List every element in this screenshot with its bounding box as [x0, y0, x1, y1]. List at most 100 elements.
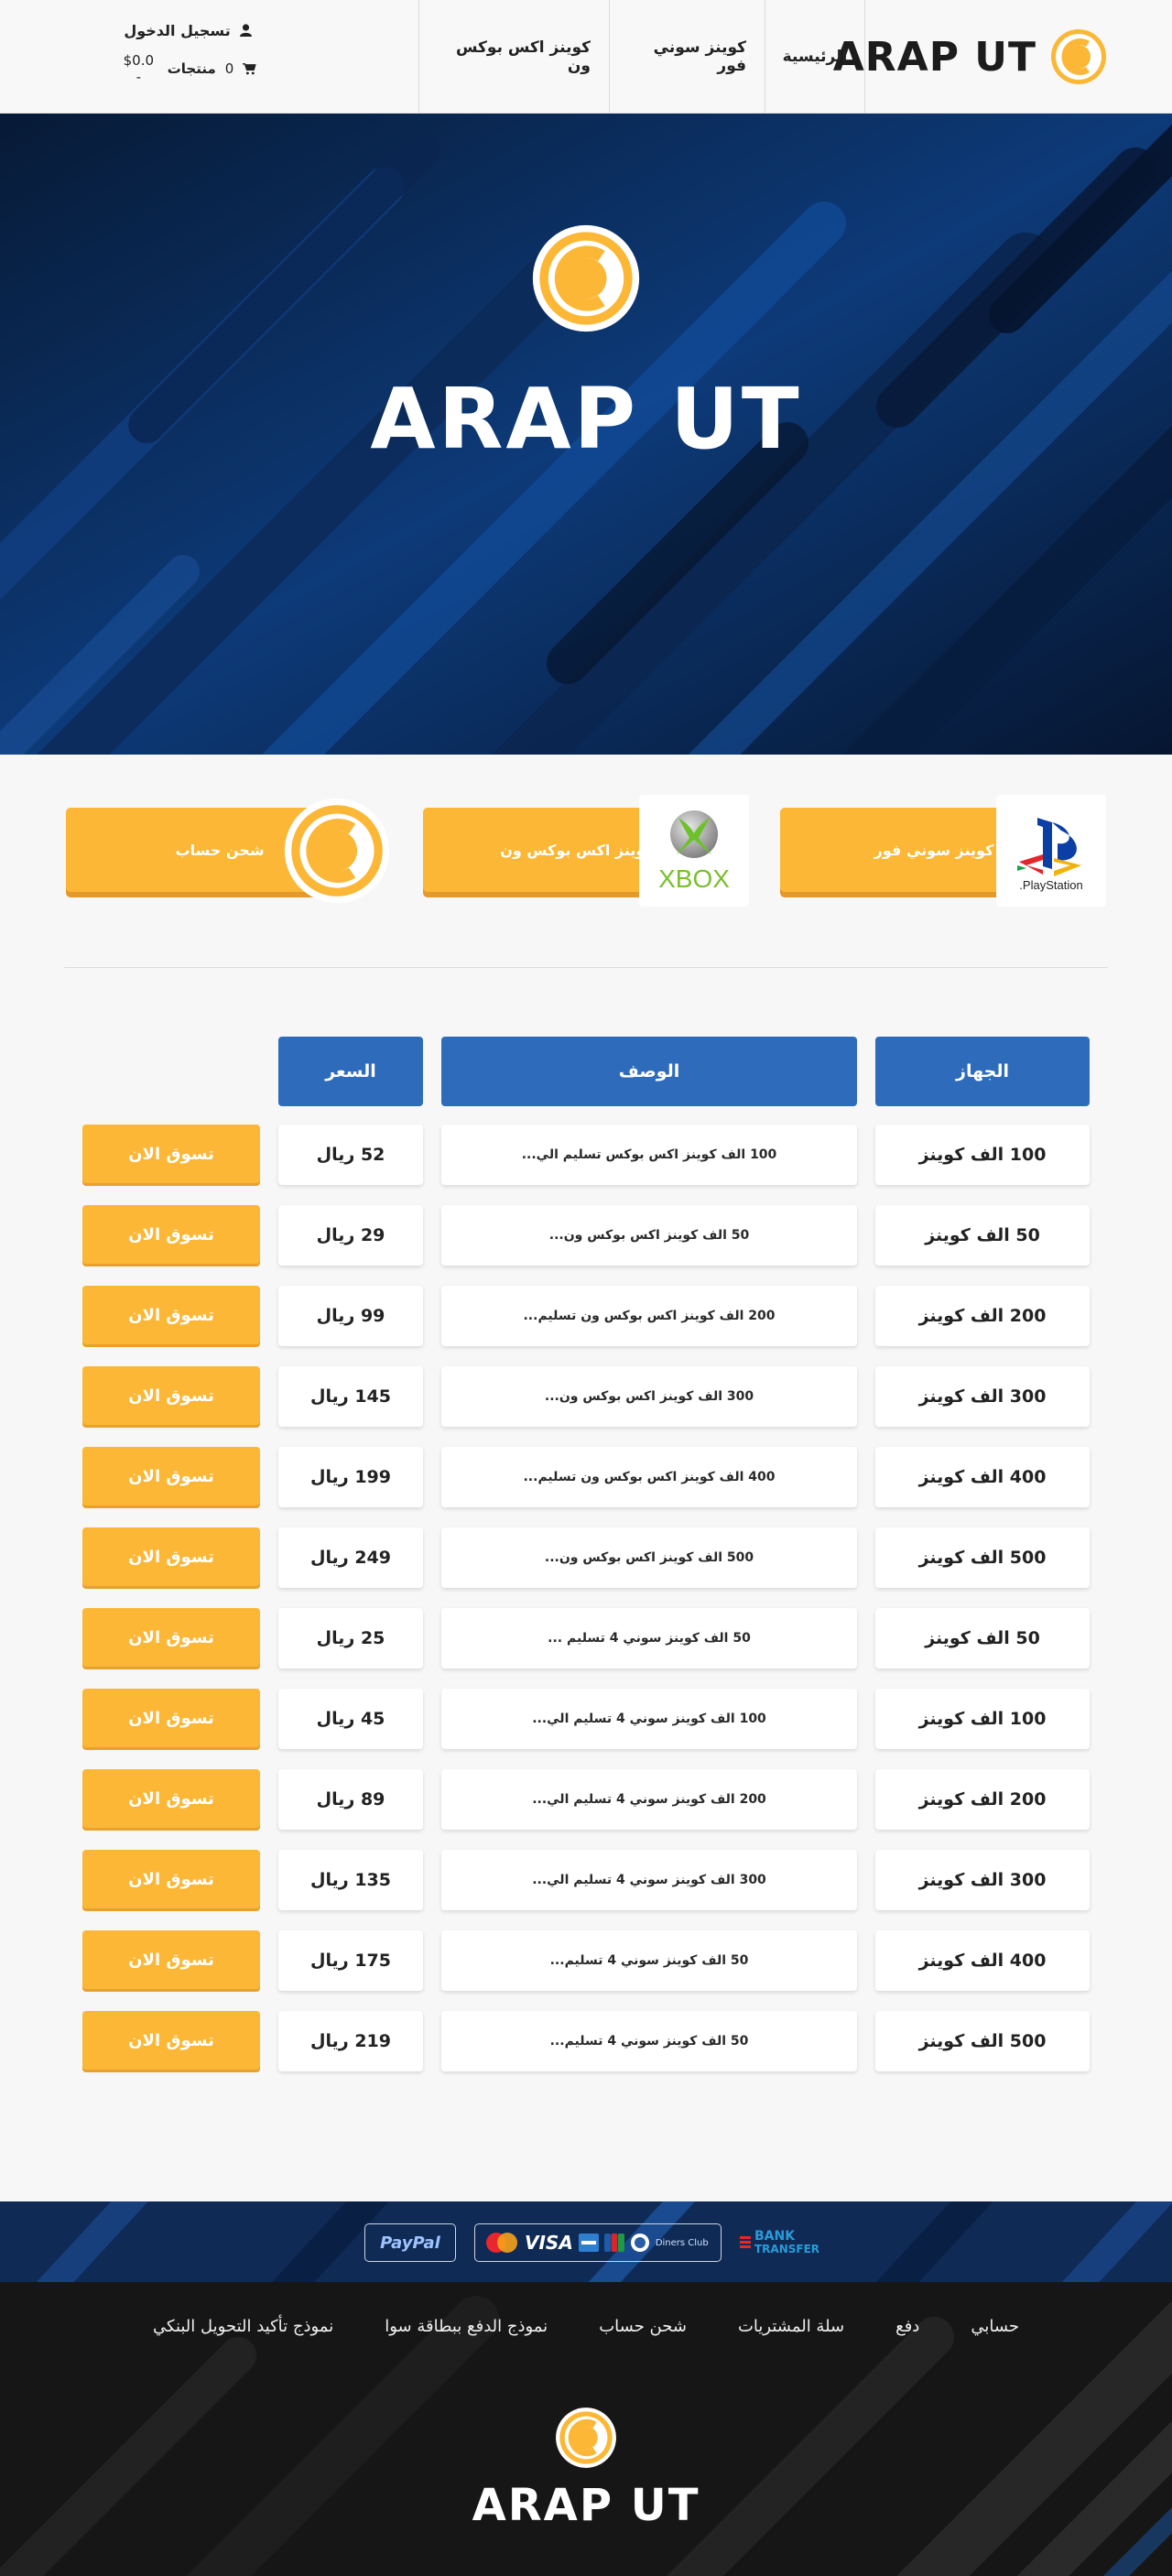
mastercard-icon: [486, 2233, 517, 2253]
cart-count: 0: [224, 60, 234, 77]
hero-title: ARAP UT: [370, 370, 802, 468]
diners-icon: [630, 2234, 649, 2252]
category-card-xbox[interactable]: كوينز اكس بوكس ون XBOX: [423, 795, 749, 908]
category-card-ps4[interactable]: كوينز سوني فور PlayStation.: [780, 795, 1106, 908]
device-cell: 300 الف كوينز: [875, 1850, 1090, 1910]
shop-now-button[interactable]: تسوق الان: [82, 1769, 260, 1828]
price-cell: 199 ريال: [278, 1447, 423, 1507]
shop-now-button[interactable]: تسوق الان: [82, 2011, 260, 2070]
table-row: 500 الف كوينز 50 الف كوينز سوني 4 تسليم.…: [82, 2011, 1090, 2071]
price-cell: 89 ريال: [278, 1769, 423, 1830]
footer-link-my-account[interactable]: حسابي: [971, 2317, 1019, 2336]
column-header-device: الجهاز: [875, 1037, 1090, 1106]
category-card-account-topup[interactable]: شحن حساب: [66, 795, 392, 908]
table-row: 100 الف كوينز 100 الف كوينز سوني 4 تسليم…: [82, 1689, 1090, 1749]
site-footer: حسابي دفع سلة المشتريات شحن حساب نموذج ا…: [0, 2282, 1172, 2576]
footer-link-sawa-payment-form[interactable]: نموذج الدفع ببطاقة سوا: [385, 2317, 548, 2336]
table-row: 400 الف كوينز 50 الف كوينز سوني 4 تسليم.…: [82, 1930, 1090, 1991]
description-cell: 500 الف كوينز اكس بوكس ون...: [441, 1527, 857, 1588]
table-row: 500 الف كوينز 500 الف كوينز اكس بوكس ون.…: [82, 1527, 1090, 1588]
category-label: شحن حساب: [175, 841, 265, 859]
xbox-icon: XBOX: [658, 810, 730, 893]
device-cell: 300 الف كوينز: [875, 1366, 1090, 1427]
cart-icon: [243, 62, 256, 74]
footer-link-cart[interactable]: سلة المشتريات: [738, 2317, 844, 2336]
login-label: تسجيل الدخول: [124, 21, 231, 39]
description-cell: 200 الف كوينز اكس بوكس ون تسليم...: [441, 1286, 857, 1346]
playstation-icon: PlayStation.: [1017, 818, 1083, 892]
footer-link-checkout[interactable]: دفع: [895, 2317, 919, 2336]
nav-item-home[interactable]: الرئيسية: [765, 0, 865, 114]
nav-item-label: كوينز اكس بوكس ون: [456, 38, 591, 75]
diners-label: Diners Club: [655, 2237, 709, 2248]
paypal-label: PayPal: [380, 2233, 440, 2253]
shop-now-button[interactable]: تسوق الان: [82, 1447, 260, 1505]
logo-ring-icon: [556, 2408, 616, 2468]
price-cell: 249 ريال: [278, 1527, 423, 1588]
price-cell: 135 ريال: [278, 1850, 423, 1910]
paypal-badge: PayPal: [364, 2223, 456, 2262]
description-cell: 400 الف كوينز اكس بوكس ون تسليم...: [441, 1447, 857, 1507]
shop-now-button[interactable]: تسوق الان: [82, 1527, 260, 1586]
card-networks-badge: VISA Diners Club: [474, 2223, 722, 2262]
device-cell: 50 الف كوينز: [875, 1205, 1090, 1266]
shop-now-button[interactable]: تسوق الان: [82, 1850, 260, 1908]
category-thumbnail: XBOX: [639, 795, 749, 907]
price-cell: 45 ريال: [278, 1689, 423, 1749]
logo-ring-icon: [1051, 29, 1106, 84]
footer-link-bank-transfer-form[interactable]: نموذج تأكيد التحويل البنكي: [153, 2317, 333, 2336]
xbox-wordmark: XBOX: [658, 864, 730, 893]
brand[interactable]: ARAP UT: [833, 26, 1108, 88]
price-cell: 145 ريال: [278, 1366, 423, 1427]
table-row: 400 الف كوينز 400 الف كوينز اكس بوكس ون …: [82, 1447, 1090, 1507]
section-divider: [64, 967, 1108, 968]
price-cell: 25 ريال: [278, 1608, 423, 1668]
shop-now-button[interactable]: تسوق الان: [82, 1608, 260, 1667]
shop-now-button[interactable]: تسوق الان: [82, 1930, 260, 1989]
device-cell: 100 الف كوينز: [875, 1689, 1090, 1749]
cart-link[interactable]: 0 منتجات $0.0 -: [119, 52, 256, 85]
description-cell: 200 الف كوينز سوني 4 تسليم الي...: [441, 1769, 857, 1830]
device-cell: 50 الف كوينز: [875, 1608, 1090, 1668]
category-label: كوينز اكس بوكس ون: [500, 841, 654, 859]
table-row: 300 الف كوينز 300 الف كوينز اكس بوكس ون.…: [82, 1366, 1090, 1427]
footer-link-account-topup[interactable]: شحن حساب: [599, 2317, 687, 2336]
cart-total: $0.0 -: [123, 52, 155, 85]
account-area: تسجيل الدخول 0 منتجات $0.0 -: [119, 18, 256, 85]
visa-label: VISA: [525, 2232, 573, 2254]
hero-banner: ARAP UT: [0, 114, 1172, 755]
nav-item-label: كوينز سوني فور: [653, 38, 746, 75]
price-cell: 99 ريال: [278, 1286, 423, 1346]
table-row: 50 الف كوينز 50 الف كوينز سوني 4 تسليم .…: [82, 1608, 1090, 1668]
nav-item-ps4-coins[interactable]: كوينز سوني فور: [609, 0, 765, 114]
shop-now-button[interactable]: تسوق الان: [82, 1286, 260, 1344]
table-row: 200 الف كوينز 200 الف كوينز اكس بوكس ون …: [82, 1286, 1090, 1346]
nav-item-xbox-coins[interactable]: كوينز اكس بوكس ون: [418, 0, 609, 114]
site-header: ARAP UT الرئيسية كوينز سوني فور كوينز اك…: [0, 0, 1172, 114]
shop-now-button[interactable]: تسوق الان: [82, 1205, 260, 1264]
footer-nav: حسابي دفع سلة المشتريات شحن حساب نموذج ا…: [0, 2317, 1172, 2336]
category-thumbnail: [282, 795, 392, 907]
bank-label: BANK: [754, 2229, 796, 2244]
shop-now-button[interactable]: تسوق الان: [82, 1366, 260, 1425]
description-cell: 300 الف كوينز اكس بوكس ون...: [441, 1366, 857, 1427]
payment-badges: PayPal VISA Diners Club BANK TRANSFER: [364, 2223, 819, 2262]
nav-item-label: الرئيسية: [782, 48, 848, 66]
user-icon: [239, 24, 252, 37]
playstation-wordmark: PlayStation.: [1019, 878, 1082, 892]
shop-now-button[interactable]: تسوق الان: [82, 1689, 260, 1747]
description-cell: 300 الف كوينز سوني 4 تسليم الي...: [441, 1850, 857, 1910]
price-cell: 175 ريال: [278, 1930, 423, 1991]
column-header-description: الوصف: [441, 1037, 857, 1106]
price-cell: 52 ريال: [278, 1125, 423, 1185]
login-link[interactable]: تسجيل الدخول: [119, 18, 256, 42]
logo-ring-icon: [284, 798, 390, 904]
description-cell: 50 الف كوينز سوني 4 تسليم...: [441, 2011, 857, 2071]
shop-now-button[interactable]: تسوق الان: [82, 1125, 260, 1183]
device-cell: 200 الف كوينز: [875, 1286, 1090, 1346]
logo-ring-icon: [532, 224, 640, 332]
device-cell: 100 الف كوينز: [875, 1125, 1090, 1185]
description-cell: 50 الف كوينز اكس بوكس ون...: [441, 1205, 857, 1266]
description-cell: 50 الف كوينز سوني 4 تسليم...: [441, 1930, 857, 1991]
price-cell: 29 ريال: [278, 1205, 423, 1266]
